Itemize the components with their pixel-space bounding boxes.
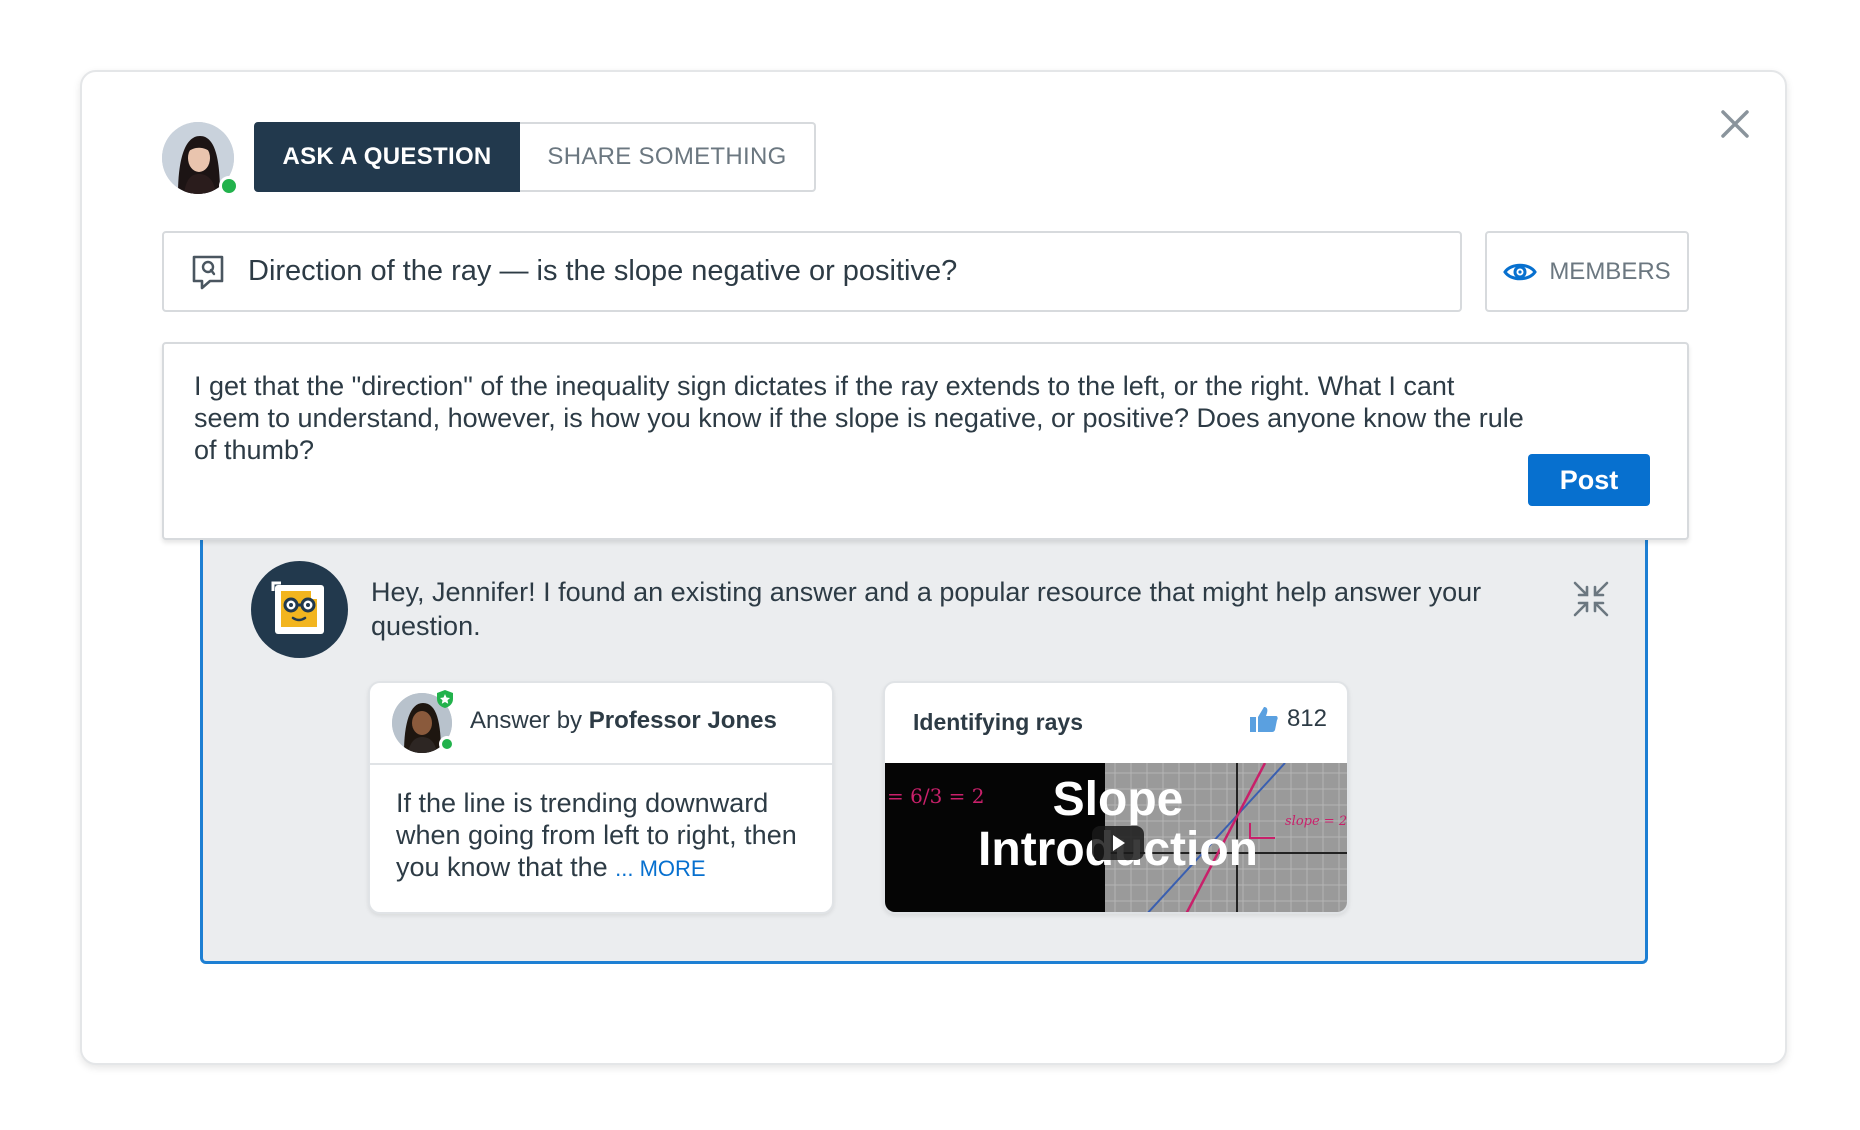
resource-card-header: Identifying rays 812 [885, 683, 1347, 763]
question-title-field[interactable] [162, 231, 1462, 312]
visibility-label: MEMBERS [1549, 257, 1671, 285]
eye-icon [1503, 263, 1538, 280]
post-button[interactable]: Post [1528, 454, 1650, 506]
close-icon [1721, 110, 1749, 138]
bot-icon [271, 581, 324, 634]
video-chalk-text: = 6/3 = 2 [887, 784, 985, 808]
likes-value: 812 [1286, 705, 1327, 732]
likes-count: 812 [1249, 705, 1327, 733]
visibility-members-button[interactable]: MEMBERS [1485, 231, 1689, 312]
verified-badge-icon [437, 690, 453, 708]
answer-attribution: Answer by Professor Jones [470, 707, 777, 735]
answer-excerpt-text: If the line is trending downward when go… [396, 788, 797, 882]
answer-excerpt: If the line is trending downward when go… [396, 787, 816, 885]
professor-online-indicator [439, 736, 455, 752]
assistant-message: Hey, Jennifer! I found an existing answe… [371, 577, 1482, 641]
question-body-text[interactable]: I get that the "direction" of the inequa… [194, 370, 1524, 466]
assistant-avatar [251, 561, 348, 658]
thumbs-up-icon [1249, 707, 1278, 732]
video-graph-label: slope = 2 [1285, 814, 1347, 829]
answer-prefix: Answer by [470, 707, 583, 734]
close-button[interactable] [1715, 104, 1755, 144]
question-body-field[interactable]: I get that the "direction" of the inequa… [162, 342, 1689, 540]
online-status-indicator [219, 176, 239, 196]
suggested-resource-card[interactable]: Identifying rays 812 slope = 2 = 6/3 = 2… [883, 681, 1349, 914]
composer-tabs: ASK A QUESTION SHARE SOMETHING [254, 122, 816, 192]
collapse-icon [1573, 581, 1609, 617]
video-thumbnail[interactable]: slope = 2 = 6/3 = 2 Slope Introduction [885, 763, 1347, 912]
tab-share-something[interactable]: SHARE SOMETHING [520, 122, 816, 192]
suggestions-panel: Hey, Jennifer! I found an existing answe… [200, 535, 1648, 964]
more-link[interactable]: ... MORE [615, 856, 705, 881]
resource-title: Identifying rays [913, 709, 1083, 735]
question-title-input[interactable] [246, 254, 1430, 289]
tab-ask-a-question[interactable]: ASK A QUESTION [254, 122, 520, 192]
play-icon[interactable] [1092, 826, 1144, 860]
answer-author: Professor Jones [588, 707, 777, 734]
suggested-answer-card[interactable]: Answer by Professor Jones If the line is… [368, 681, 834, 914]
answer-card-header: Answer by Professor Jones [370, 683, 832, 765]
question-icon [192, 255, 224, 289]
video-title-line1: Slope [1053, 773, 1184, 826]
collapse-button[interactable] [1571, 579, 1611, 619]
